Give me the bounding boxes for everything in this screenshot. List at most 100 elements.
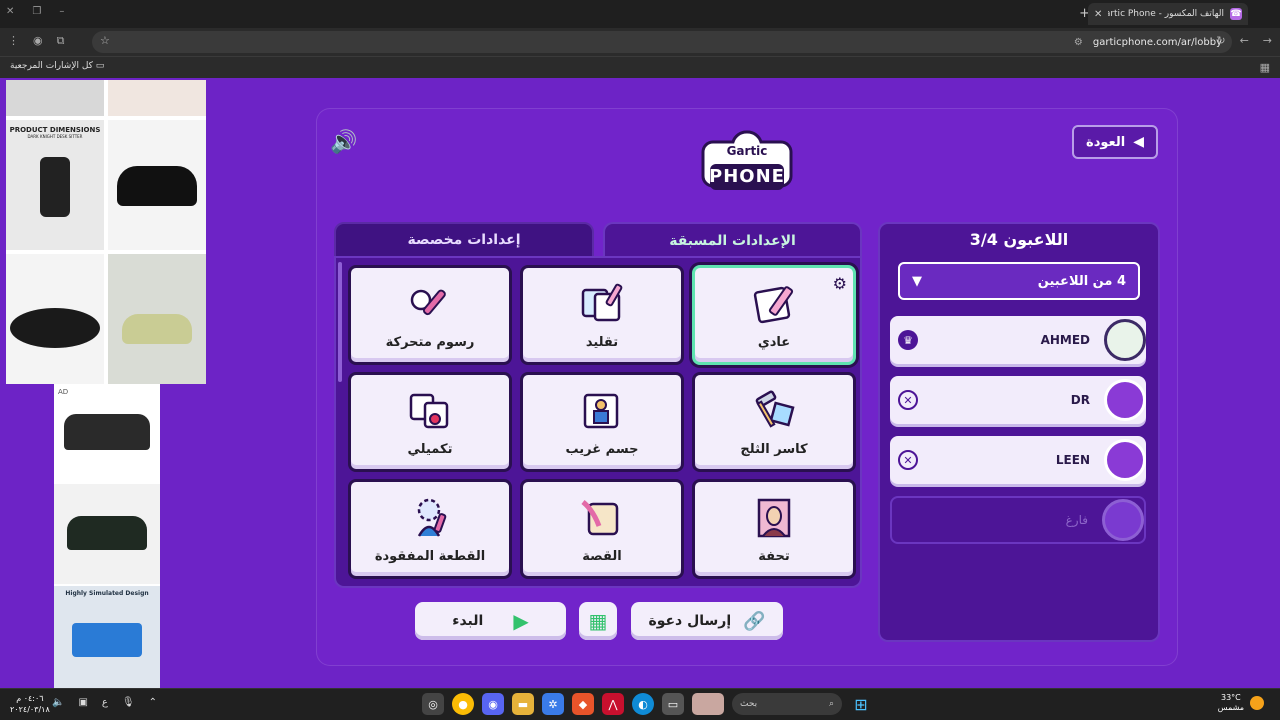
url-field[interactable]: garticphone.com/ar/lobby ⚙ ☆: [92, 31, 1232, 53]
reload-icon[interactable]: ↻: [1216, 34, 1225, 47]
ad-porsche-car[interactable]: [108, 254, 206, 384]
clock[interactable]: ٠٤:٠٦ م ٢٠٢٤/٠٣/١٨: [10, 693, 50, 715]
missing-piece-icon: [417, 498, 447, 537]
empty-avatar: [1102, 499, 1144, 541]
apps-grid-icon[interactable]: ▦: [1260, 61, 1270, 74]
gear-icon[interactable]: ⚙: [833, 274, 847, 293]
toolbar-left: ⋮ ◉ ⧉: [8, 34, 64, 48]
animation-pen-icon: [410, 289, 446, 316]
maximize-icon[interactable]: ❐: [32, 6, 41, 17]
mode-label: جسم غريب: [565, 442, 639, 457]
tray-overflow-icon[interactable]: ⌃: [149, 697, 157, 708]
kick-player-icon[interactable]: ✕: [898, 390, 918, 410]
hammer-ice-icon: [755, 390, 795, 428]
start-label: البدء: [452, 613, 484, 629]
app-window-icon[interactable]: ▭: [662, 693, 684, 715]
logo-top-text: Gartic: [726, 144, 768, 158]
invite-button[interactable]: 🔗 إرسال دعوة: [631, 602, 783, 640]
ad-black-porsche-image[interactable]: [64, 414, 150, 450]
system-tray: 🔈 ▣ ع 🎙 ⌃: [52, 697, 157, 708]
settings-app-icon[interactable]: ✲: [542, 693, 564, 715]
ad-car-image[interactable]: [6, 80, 104, 116]
mode-label: عادي: [757, 335, 791, 350]
players-title: اللاعبون 3/4: [969, 230, 1069, 249]
mode-card-normal[interactable]: ⚙ عادي: [692, 265, 856, 365]
tab-custom-settings[interactable]: إعدادات مخصصة: [334, 222, 594, 258]
browser-tab[interactable]: ☎ الهاتف المكسور - Gartic Phone ✕: [1088, 3, 1248, 25]
tab-preset-settings[interactable]: الإعدادات المسبقة: [603, 222, 862, 258]
bookmark-star-icon[interactable]: ☆: [100, 34, 110, 47]
mode-card-story[interactable]: القصة: [520, 479, 684, 579]
ad-hat-image[interactable]: [108, 80, 206, 116]
modes-scrollbar[interactable]: [338, 262, 342, 382]
weather-widget[interactable]: 33°C مشمس: [1218, 693, 1264, 713]
ad-banner1-title: PRODUCT DIMENSIONS: [9, 126, 101, 134]
mode-label: تحفة: [758, 549, 790, 564]
pdf-reader-icon[interactable]: ⋀: [602, 693, 624, 715]
taskbar-search[interactable]: ⌕ بحث: [732, 693, 842, 715]
microphone-icon[interactable]: 🎙: [122, 697, 135, 708]
mode-card-animation[interactable]: رسوم متحركة: [348, 265, 512, 365]
bookmarks-bar: ▭ كل الإشارات المرجعية ▦: [0, 56, 1280, 78]
ad-beetle-car[interactable]: [108, 120, 206, 250]
forward-arrow-icon[interactable]: →: [1263, 34, 1272, 47]
menu-icon[interactable]: ⋮: [8, 34, 19, 48]
ad-column-2[interactable]: AD Highly Simulated Design: [54, 384, 160, 688]
mode-label: رسوم متحركة: [385, 335, 475, 350]
chrome-icon[interactable]: ●: [452, 693, 474, 715]
player-row-leen: ✕ LEEN: [890, 436, 1146, 484]
blue-jeep-image: [72, 623, 142, 657]
profile-icon[interactable]: ◉: [33, 34, 43, 48]
ad-column-1[interactable]: PRODUCT DIMENSIONS DARK KNIGHT DESK SITT…: [6, 80, 206, 384]
windows-start-icon[interactable]: ⊞: [850, 693, 872, 715]
start-button[interactable]: ▶ البدء: [415, 602, 566, 640]
browser-tab-bar: ✕ ❐ – + ☎ الهاتف المكسور - Gartic Phone …: [0, 0, 1280, 28]
mode-card-complement[interactable]: تكميلي: [348, 372, 512, 472]
file-explorer-icon[interactable]: ▬: [512, 693, 534, 715]
site-settings-icon[interactable]: ⚙: [1074, 37, 1083, 48]
avatar: [1104, 379, 1146, 421]
mode-label: تكميلي: [407, 442, 453, 457]
mona-lisa-frame-icon: [757, 498, 791, 538]
mode-card-strange-body[interactable]: جسم غريب: [520, 372, 684, 472]
cowboy-hat-image: [10, 308, 100, 348]
close-window-icon[interactable]: ✕: [6, 6, 14, 17]
ad-banner2-title: Highly Simulated Design: [65, 590, 149, 597]
mode-card-masterpiece[interactable]: تحفة: [692, 479, 856, 579]
crown-icon: ♛: [898, 330, 918, 350]
back-arrow-icon[interactable]: ←: [1240, 34, 1249, 47]
network-icon[interactable]: ▣: [78, 697, 87, 708]
app-icon[interactable]: ◎: [422, 693, 444, 715]
strange-body-icon: [583, 393, 619, 429]
mode-card-missing-piece[interactable]: القطعة المفقودة: [348, 479, 512, 579]
players-count-select[interactable]: 4 من اللاعبين ▼: [898, 262, 1140, 300]
mode-card-icebreaker[interactable]: كاسر الثلج: [692, 372, 856, 472]
ad-black-911[interactable]: [54, 484, 160, 584]
player-row-empty: فارغ: [890, 496, 1146, 544]
language-indicator[interactable]: ع: [102, 697, 108, 708]
mode-label: القطعة المفقودة: [374, 549, 486, 564]
player-name: فارغ: [1065, 513, 1088, 527]
mode-card-imitation[interactable]: تقليد: [520, 265, 684, 365]
volume-icon[interactable]: 🔈: [52, 697, 64, 708]
ad-blue-jeep[interactable]: Highly Simulated Design: [54, 586, 160, 688]
widget-thumbnail[interactable]: [692, 693, 724, 715]
back-button[interactable]: ◀ العودة: [1072, 125, 1158, 159]
qr-code-button[interactable]: ▦: [579, 602, 617, 640]
ad-cowboy-hat[interactable]: [6, 254, 104, 384]
player-name: DR: [1070, 393, 1090, 407]
ad-product-dimensions[interactable]: PRODUCT DIMENSIONS DARK KNIGHT DESK SITT…: [6, 120, 104, 250]
brave-icon[interactable]: ◆: [572, 693, 594, 715]
address-bar: ⋮ ◉ ⧉ garticphone.com/ar/lobby ⚙ ☆ ↻ ← →: [0, 28, 1280, 56]
black-911-image: [67, 516, 147, 550]
minimize-icon[interactable]: –: [59, 6, 64, 17]
mode-label: تقليد: [585, 335, 619, 350]
all-bookmarks-link[interactable]: ▭ كل الإشارات المرجعية: [10, 61, 104, 71]
folder-icon: ▭: [92, 61, 105, 71]
sound-icon[interactable]: 🔊: [330, 130, 357, 155]
extensions-icon[interactable]: ⧉: [57, 34, 65, 48]
kick-player-icon[interactable]: ✕: [898, 450, 918, 470]
close-tab-icon[interactable]: ✕: [1094, 9, 1102, 20]
edge-icon[interactable]: ◐: [632, 693, 654, 715]
discord-icon[interactable]: ◉: [482, 693, 504, 715]
